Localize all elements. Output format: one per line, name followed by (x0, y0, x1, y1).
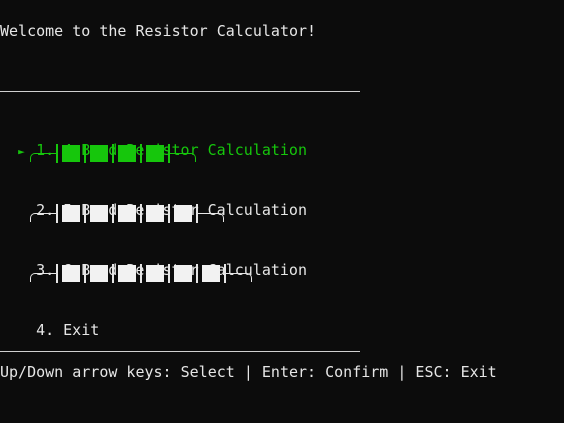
band (146, 204, 164, 222)
band (146, 264, 164, 282)
key-help-footer: Up/Down arrow keys: Select | Enter: Conf… (0, 363, 497, 381)
band (62, 144, 80, 162)
band (118, 264, 136, 282)
top-separator (0, 91, 360, 92)
bottom-separator (0, 351, 360, 352)
band (90, 144, 108, 162)
welcome-title: Welcome to the Resistor Calculator! (0, 22, 317, 40)
band (174, 204, 192, 222)
menu-item-label: 4. Exit (36, 321, 100, 339)
band (118, 144, 136, 162)
band (202, 264, 220, 282)
band (90, 204, 108, 222)
band (174, 264, 192, 282)
band (62, 264, 80, 282)
menu-item-exit[interactable]: 4. Exit (0, 303, 99, 339)
band (146, 144, 164, 162)
band (62, 204, 80, 222)
resistor-5-band-icon (30, 203, 224, 223)
resistor-6-band-icon (30, 263, 252, 283)
resistor-4-band-icon (30, 143, 196, 163)
band (90, 264, 108, 282)
band (118, 204, 136, 222)
